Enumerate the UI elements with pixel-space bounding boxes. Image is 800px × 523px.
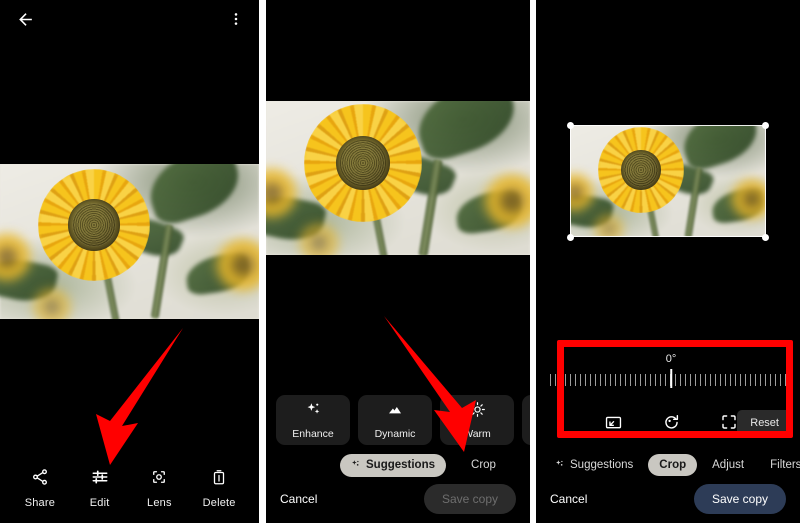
- viewer-action-bar: Share Edit Lens Delete: [0, 468, 259, 509]
- more-vert-icon[interactable]: [223, 6, 249, 32]
- photo-sunflower[interactable]: [0, 164, 259, 319]
- tab-crop-label: Crop: [471, 459, 496, 471]
- panel-photo-viewer: Share Edit Lens Delete: [0, 0, 259, 523]
- tab-adjust[interactable]: Adjust: [701, 454, 755, 476]
- edit-label: Edit: [89, 497, 110, 509]
- photo-background-flower: [592, 213, 626, 237]
- editor-footer: Cancel Save copy: [266, 481, 530, 517]
- share-button[interactable]: Share: [12, 468, 68, 509]
- save-copy-button[interactable]: Save copy: [693, 484, 786, 514]
- photo-sunflower-main: [304, 104, 422, 222]
- editor-tabs: Suggestions Crop Adjust Filters: [536, 452, 800, 478]
- tab-suggestions[interactable]: Suggestions: [340, 453, 447, 477]
- rotate-icon[interactable]: [659, 410, 683, 434]
- photo-sunflower-main: [598, 127, 684, 213]
- edit-button[interactable]: Edit: [72, 468, 128, 509]
- lens-icon: [150, 468, 168, 491]
- delete-label: Delete: [202, 497, 236, 509]
- tab-adjust-label: Adjust: [712, 459, 745, 471]
- sunflower-center: [621, 150, 661, 190]
- save-copy-button[interactable]: Save copy: [423, 484, 516, 514]
- suggestion-warm-button[interactable]: Warm: [440, 395, 514, 445]
- suggestion-warm-label: Warm: [463, 427, 491, 440]
- panel-editor-suggestions: Enhance Dynamic Warm Suggestions Crop Ca…: [266, 0, 530, 523]
- photo-sunflower-main: [38, 169, 150, 281]
- photo-sunflower-editing[interactable]: [266, 101, 530, 255]
- suggestion-card-row: Enhance Dynamic Warm: [276, 395, 530, 445]
- crop-handle-bottom-left[interactable]: [567, 234, 574, 241]
- sparkle-small-icon: [351, 459, 361, 472]
- tab-adjust[interactable]: Adj: [521, 454, 530, 476]
- rotation-angle-label: 0°: [665, 353, 677, 365]
- cancel-button[interactable]: Cancel: [280, 492, 317, 506]
- lens-button[interactable]: Lens: [131, 468, 187, 509]
- tab-crop-label: Crop: [659, 459, 687, 471]
- share-label: Share: [24, 497, 56, 509]
- arrow-back-icon[interactable]: [12, 6, 38, 32]
- delete-trash-icon: [210, 468, 228, 491]
- crop-handle-top-right[interactable]: [762, 122, 769, 129]
- photo-sunflower-cropping[interactable]: [570, 125, 766, 237]
- screenshot-stage: Share Edit Lens Delete Enhance Dynamic W…: [0, 0, 800, 523]
- viewer-topbar: [0, 0, 259, 36]
- crop-handle-bottom-right[interactable]: [762, 234, 769, 241]
- tab-filters[interactable]: Filters: [759, 454, 800, 476]
- editor-tabs: Suggestions Crop Adj: [266, 452, 530, 478]
- tab-crop[interactable]: Crop: [460, 454, 507, 476]
- suggestion-enhance-button[interactable]: Enhance: [276, 395, 350, 445]
- panel-divider: [530, 0, 536, 523]
- edit-sliders-icon: [91, 468, 109, 491]
- share-icon: [31, 468, 49, 491]
- suggestion-enhance-label: Enhance: [292, 427, 334, 440]
- tab-suggestions[interactable]: Suggestions: [544, 454, 644, 477]
- reset-button[interactable]: Reset: [737, 410, 792, 436]
- crop-tool-panel: 0° Reset: [550, 353, 792, 439]
- sun-icon: [469, 401, 486, 423]
- delete-button[interactable]: Delete: [191, 468, 247, 509]
- suggestion-next-partial-card[interactable]: [522, 395, 530, 445]
- cancel-button[interactable]: Cancel: [550, 492, 587, 506]
- editor-footer: Cancel Save copy: [536, 481, 800, 517]
- aspect-ratio-icon[interactable]: [601, 410, 625, 434]
- suggestion-dynamic-label: Dynamic: [374, 427, 416, 440]
- ruler-center-tick: [670, 369, 672, 388]
- lens-label: Lens: [147, 497, 172, 509]
- sunflower-center: [68, 199, 120, 251]
- tab-crop[interactable]: Crop: [648, 454, 698, 476]
- tab-suggestions-label: Suggestions: [570, 459, 634, 471]
- mountain-icon: [386, 401, 404, 423]
- sparkles-icon: [305, 401, 322, 423]
- tab-suggestions-label: Suggestions: [366, 459, 436, 471]
- tab-filters-label: Filters: [770, 459, 800, 471]
- suggestion-dynamic-button[interactable]: Dynamic: [358, 395, 432, 445]
- panel-divider: [259, 0, 266, 523]
- annotation-arrow-edit: [96, 328, 183, 465]
- rotation-ruler[interactable]: [550, 369, 792, 389]
- sunflower-center: [335, 135, 391, 191]
- sparkle-small-icon: [555, 459, 565, 472]
- crop-handle-top-left[interactable]: [567, 122, 574, 129]
- panel-editor-crop: 0° Reset Suggestions Crop Adjust Filters…: [536, 0, 800, 523]
